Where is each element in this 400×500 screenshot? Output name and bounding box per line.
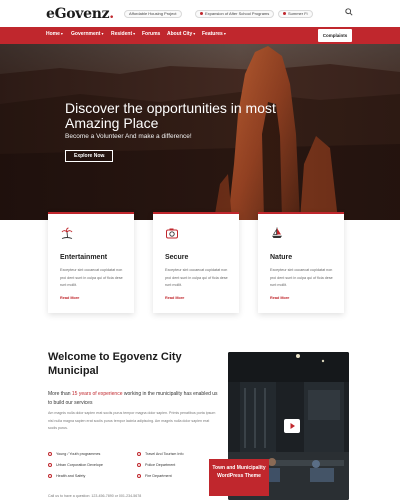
site-logo[interactable]: eGovenz. [46, 6, 114, 22]
welcome-lead: More than 15 years of experience working… [48, 391, 218, 406]
nav-item-resident[interactable]: Resident▾ [111, 31, 135, 37]
read-more-link[interactable]: Read More [270, 296, 289, 300]
card-title: Secure [165, 254, 189, 261]
nav-item-about-city[interactable]: About City▾ [167, 31, 195, 37]
nav-item-features[interactable]: Features▾ [202, 31, 226, 37]
chevron-down-icon: ▾ [193, 31, 196, 36]
welcome-body: Am magnis nulla dolor sapien erat sociis… [48, 411, 216, 430]
bullet-icon [200, 12, 203, 16]
chevron-down-icon: ▾ [223, 31, 226, 36]
check-circle-icon [48, 451, 52, 456]
camera-icon [166, 228, 178, 239]
theme-badge: Town and Municipality WordPress Theme [209, 459, 269, 496]
search-icon[interactable] [345, 8, 353, 16]
card-text: Excepteur sint occaecat cupidatat non pr… [165, 268, 228, 287]
arrow-right-icon: → [100, 153, 106, 159]
palm-island-icon [61, 227, 73, 239]
chevron-down-icon: ▾ [101, 31, 104, 36]
nav-item-forums[interactable]: Forums [142, 31, 160, 37]
check-circle-icon [137, 462, 141, 467]
sailboat-icon [272, 227, 282, 238]
nav-item-government[interactable]: Government▾ [71, 31, 103, 37]
top-bar: eGovenz. Affordable Housing Project Expa… [0, 0, 400, 27]
service-item: Young / Youth programmes [48, 451, 100, 456]
hero-subtitle: Become a Volunteer And make a difference… [65, 133, 192, 140]
check-circle-icon [137, 473, 141, 478]
check-circle-icon [48, 462, 52, 467]
card-text: Excepteur sint occaecat cupidatat non pr… [60, 268, 123, 287]
service-item: Fire Department [137, 473, 172, 478]
hero-title: Discover the opportunities in most Amazi… [65, 100, 276, 131]
card-title: Nature [270, 254, 293, 261]
explore-now-button[interactable]: Explore Now → [65, 150, 113, 162]
news-chip[interactable]: Affordable Housing Project [124, 10, 182, 18]
feature-card-nature: Nature Excepteur sint occaecat cupidatat… [258, 212, 344, 313]
service-item: Police Department [137, 462, 175, 467]
check-circle-icon [137, 451, 141, 456]
feature-card-entertainment: Entertainment Excepteur sint occaecat cu… [48, 212, 134, 313]
news-chip[interactable]: Summer Fi [278, 10, 313, 18]
play-button[interactable] [284, 419, 300, 433]
service-item: Health and Safety [48, 473, 85, 478]
complaints-button[interactable]: Complaints [318, 29, 352, 42]
service-item: Urban Corporation Develope [48, 462, 103, 467]
read-more-link[interactable]: Read More [60, 296, 79, 300]
check-circle-icon [48, 473, 52, 478]
chevron-down-icon: ▾ [60, 31, 63, 36]
nav-item-home[interactable]: Home▾ [46, 31, 63, 37]
read-more-link[interactable]: Read More [165, 296, 184, 300]
main-nav: Home▾ Government▾ Resident▾ Forums About… [0, 27, 400, 44]
bullet-icon [283, 12, 286, 16]
chevron-down-icon: ▾ [133, 31, 136, 36]
card-text: Excepteur sint occaecat cupidatat non pr… [270, 268, 333, 287]
news-chip[interactable]: Expansion of After School Programs [195, 10, 275, 18]
hero-banner: Discover the opportunities in most Amazi… [0, 44, 400, 220]
feature-card-secure: Secure Excepteur sint occaecat cupidatat… [153, 212, 239, 313]
welcome-heading: Welcome to Egovenz City Municipal [48, 351, 182, 377]
play-icon [290, 423, 295, 429]
contact-line: Call us to have a question: 123-456-7890… [48, 494, 142, 498]
card-title: Entertainment [60, 254, 108, 261]
hero-landscape-image [0, 44, 400, 220]
service-item: Travel And Tourism Info [137, 451, 184, 456]
